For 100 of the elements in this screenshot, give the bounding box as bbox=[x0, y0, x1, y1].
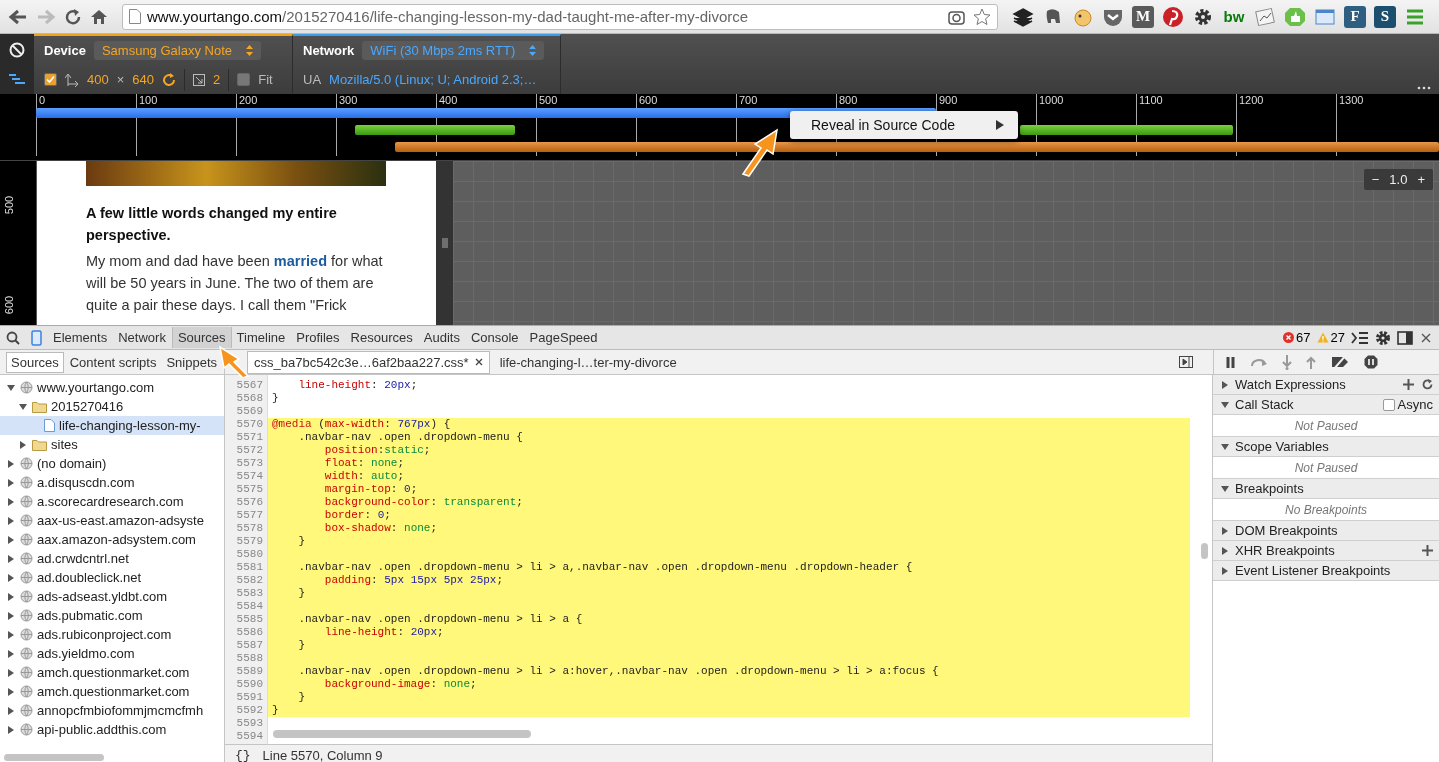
tree-item[interactable]: life-changing-lesson-my- bbox=[0, 416, 224, 435]
warning-count[interactable]: 27 bbox=[1316, 330, 1345, 345]
waterfall-icon[interactable] bbox=[8, 74, 26, 86]
devtools-tab[interactable]: Timeline bbox=[231, 327, 292, 348]
collapsed-arrow-icon[interactable] bbox=[7, 573, 15, 582]
collapsed-arrow-icon[interactable] bbox=[7, 497, 15, 506]
deactivate-breakpoints-icon[interactable] bbox=[1330, 355, 1350, 369]
scrollbar-thumb[interactable] bbox=[1201, 543, 1208, 559]
scrollbar-thumb[interactable] bbox=[4, 754, 104, 761]
pause-on-exceptions-icon[interactable] bbox=[1364, 355, 1378, 369]
tree-item[interactable]: ads-adseast.yldbt.com bbox=[0, 587, 224, 606]
reload-icon[interactable] bbox=[64, 7, 82, 26]
tree-item[interactable]: ad.crwdcntrl.net bbox=[0, 549, 224, 568]
collapsed-arrow-icon[interactable] bbox=[19, 440, 27, 449]
collapsed-arrow-icon[interactable] bbox=[7, 535, 15, 544]
back-icon[interactable] bbox=[8, 7, 28, 26]
pretty-print-button[interactable]: {} bbox=[235, 747, 251, 762]
tree-item[interactable]: (no domain) bbox=[0, 454, 224, 473]
rotate-icon[interactable] bbox=[162, 72, 176, 87]
tree-item[interactable]: ads.yieldmo.com bbox=[0, 644, 224, 663]
tree-item[interactable]: annopcfmbiofommjmcmcfmh bbox=[0, 701, 224, 720]
devtools-tab[interactable]: PageSpeed bbox=[524, 327, 604, 348]
height-value[interactable]: 640 bbox=[132, 72, 154, 87]
layers-icon[interactable] bbox=[1012, 5, 1034, 28]
extension-icon[interactable]: bw bbox=[1222, 8, 1246, 25]
pane-header[interactable]: Breakpoints bbox=[1213, 479, 1439, 499]
pane-header[interactable]: DOM Breakpoints bbox=[1213, 521, 1439, 541]
user-agent-value[interactable]: Mozilla/5.0 (Linux; U; Android 2.3;… bbox=[329, 72, 537, 87]
toggle-sidebar-icon[interactable] bbox=[1179, 356, 1193, 368]
no-entry-icon[interactable] bbox=[9, 42, 25, 58]
devtools-tab[interactable]: Console bbox=[465, 327, 525, 348]
collapsed-arrow-icon[interactable] bbox=[7, 668, 15, 677]
devtools-tab[interactable]: Resources bbox=[345, 327, 419, 348]
tree-item[interactable]: ads.rubiconproject.com bbox=[0, 625, 224, 644]
device-select[interactable]: Samsung Galaxy Note bbox=[93, 41, 261, 60]
add-icon[interactable] bbox=[1403, 379, 1414, 390]
dock-icon[interactable] bbox=[1397, 330, 1415, 345]
navigator-tab[interactable]: Sources bbox=[6, 351, 64, 373]
tree-item[interactable]: ads.pubmatic.com bbox=[0, 606, 224, 625]
tree-item[interactable]: api-public.addthis.com bbox=[0, 720, 224, 739]
thumbs-up-icon[interactable] bbox=[1284, 5, 1306, 28]
devtools-tab[interactable]: Sources bbox=[171, 327, 232, 348]
pin-icon[interactable] bbox=[1162, 5, 1184, 28]
refresh-icon[interactable] bbox=[1422, 379, 1433, 390]
expanded-arrow-icon[interactable] bbox=[7, 383, 15, 392]
tree-item[interactable]: www.yourtango.com bbox=[0, 378, 224, 397]
navigator-tab[interactable]: Snippets bbox=[162, 352, 221, 372]
home-icon[interactable] bbox=[90, 7, 108, 26]
console-drawer-icon[interactable] bbox=[1351, 331, 1369, 344]
file-tab[interactable]: life-changing-l…ter-my-divorce bbox=[493, 351, 683, 373]
more-icon[interactable] bbox=[1417, 86, 1431, 90]
grip-icon[interactable] bbox=[441, 238, 448, 248]
tree-item[interactable]: amch.questionmarket.com bbox=[0, 663, 224, 682]
add-icon[interactable] bbox=[1422, 545, 1433, 556]
error-count[interactable]: 67 bbox=[1283, 330, 1311, 345]
tree-item[interactable]: ad.doubleclick.net bbox=[0, 568, 224, 587]
collapsed-arrow-icon[interactable] bbox=[7, 630, 15, 639]
devtools-tab[interactable]: Elements bbox=[48, 327, 114, 348]
menu-item[interactable]: Reveal in Source Code bbox=[790, 114, 1018, 136]
tree-item[interactable]: 2015270416 bbox=[0, 397, 224, 416]
expanded-arrow-icon[interactable] bbox=[19, 402, 27, 411]
file-tab[interactable]: css_ba7bc542c3e…6af2baa227.css* bbox=[247, 350, 490, 374]
pause-icon[interactable] bbox=[1226, 356, 1236, 368]
settings-icon[interactable] bbox=[1375, 329, 1391, 346]
collapsed-arrow-icon[interactable] bbox=[7, 516, 15, 525]
pane-header[interactable]: Scope Variables bbox=[1213, 437, 1439, 457]
devtools-tab[interactable]: Audits bbox=[418, 327, 466, 348]
tree-item[interactable]: sites bbox=[0, 435, 224, 454]
zoom-control[interactable]: − 1.0 + bbox=[1363, 169, 1433, 190]
devtools-tab[interactable]: Profiles bbox=[291, 327, 346, 348]
close-icon[interactable] bbox=[474, 358, 483, 366]
extension-icon[interactable]: F bbox=[1344, 5, 1366, 28]
tree-item[interactable]: a.disquscdn.com bbox=[0, 473, 224, 492]
width-value[interactable]: 400 bbox=[87, 72, 109, 87]
collapsed-arrow-icon[interactable] bbox=[7, 687, 15, 696]
extension-icon[interactable]: S bbox=[1374, 5, 1396, 28]
pane-header[interactable]: XHR Breakpoints bbox=[1213, 541, 1439, 561]
extension-icon[interactable]: M bbox=[1132, 5, 1154, 28]
pane-header[interactable]: Event Listener Breakpoints bbox=[1213, 561, 1439, 581]
collapsed-arrow-icon[interactable] bbox=[7, 611, 15, 620]
navigator-tab[interactable]: Content scripts bbox=[65, 352, 161, 372]
scale-value[interactable]: 2 bbox=[213, 72, 221, 87]
pane-header[interactable]: Watch Expressions bbox=[1213, 375, 1439, 395]
chart-icon[interactable] bbox=[1254, 5, 1276, 28]
address-bar[interactable]: www.yourtango.com/2015270416/life-changing-lesson-my-dad-taught-me-after-my-divorce bbox=[122, 3, 998, 30]
pane-header[interactable]: Call Stack Async bbox=[1213, 395, 1439, 415]
tree-item[interactable]: amch.questionmarket.com bbox=[0, 682, 224, 701]
star-icon[interactable] bbox=[973, 7, 991, 26]
fit-checkbox[interactable] bbox=[237, 73, 251, 86]
tree-item[interactable]: aax.amazon-adsystem.com bbox=[0, 530, 224, 549]
tree-item[interactable]: a.scorecardresearch.com bbox=[0, 492, 224, 511]
collapsed-arrow-icon[interactable] bbox=[7, 725, 15, 734]
collapsed-arrow-icon[interactable] bbox=[7, 478, 15, 487]
collapsed-arrow-icon[interactable] bbox=[7, 649, 15, 658]
collapsed-arrow-icon[interactable] bbox=[7, 592, 15, 601]
tree-item[interactable]: aax-us-east.amazon-adsyste bbox=[0, 511, 224, 530]
collapsed-arrow-icon[interactable] bbox=[7, 706, 15, 715]
scrollbar-thumb[interactable] bbox=[273, 730, 531, 738]
async-checkbox[interactable] bbox=[1382, 398, 1395, 411]
emulate-checkbox[interactable] bbox=[44, 73, 57, 86]
